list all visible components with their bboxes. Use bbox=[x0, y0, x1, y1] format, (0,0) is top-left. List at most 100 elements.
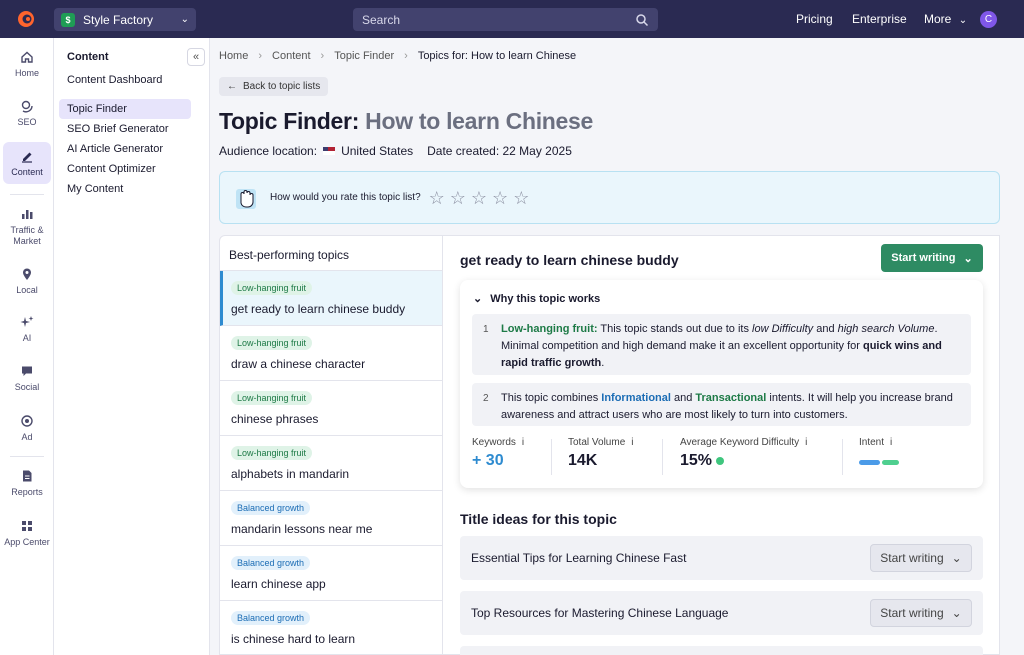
star-icon[interactable]: ☆ bbox=[429, 189, 445, 207]
home-icon bbox=[21, 51, 33, 63]
title-ideas-header: Title ideas for this topic bbox=[460, 511, 617, 527]
rail-label: Reports bbox=[11, 487, 43, 497]
star-icon[interactable]: ☆ bbox=[471, 189, 487, 207]
chevron-right-icon: › bbox=[404, 50, 408, 62]
grid-icon bbox=[22, 521, 32, 531]
subnav-item-seo-brief-generator[interactable]: SEO Brief Generator bbox=[59, 119, 191, 139]
title-idea-text: Essential Tips for Learning Chinese Fast bbox=[471, 551, 687, 565]
chevron-down-icon: ⌄ bbox=[958, 15, 968, 26]
metric-keyword-difficulty: Average Keyword Difficulty i 15% bbox=[680, 437, 807, 477]
rail-item-ai[interactable]: AI bbox=[3, 315, 51, 345]
list-item[interactable]: Low-hanging fruit alphabets in mandarin bbox=[220, 436, 442, 491]
intent-segment-transactional bbox=[882, 460, 899, 465]
start-writing-button[interactable]: Start writing ⌄ bbox=[870, 599, 972, 627]
breadcrumb-content[interactable]: Content bbox=[272, 50, 311, 62]
reason-text: and bbox=[813, 323, 838, 335]
start-writing-button[interactable]: Start writing ⌄ bbox=[881, 244, 983, 272]
breadcrumb: Home › Content › Topic Finder › Topics f… bbox=[219, 50, 576, 62]
rating-question: How would you rate this topic list? bbox=[270, 192, 421, 203]
topic-tag: Low-hanging fruit bbox=[231, 281, 313, 295]
arrow-left-icon: ← bbox=[227, 81, 237, 92]
rail-item-traffic-market[interactable]: Traffic & Market bbox=[3, 207, 51, 247]
rail-label: Traffic & Market bbox=[10, 225, 44, 246]
info-icon[interactable]: i bbox=[522, 437, 524, 448]
rail-item-local[interactable]: Local bbox=[3, 267, 51, 297]
rail-item-app-center[interactable]: App Center bbox=[3, 519, 51, 559]
list-item[interactable]: Balanced growth mandarin lessons near me bbox=[220, 491, 442, 546]
more-menu[interactable]: More ⌄ bbox=[924, 12, 967, 26]
reason-lead: Low-hanging fruit: bbox=[501, 323, 598, 335]
us-flag-icon bbox=[323, 147, 336, 155]
reason-number: 2 bbox=[483, 393, 489, 404]
info-icon[interactable]: i bbox=[631, 437, 633, 448]
subnav-item-my-content[interactable]: My Content bbox=[59, 179, 191, 199]
back-to-topic-lists-button[interactable]: ← Back to topic lists bbox=[219, 77, 329, 96]
list-item[interactable]: Low-hanging fruit draw a chinese charact… bbox=[220, 326, 442, 381]
rail-label: Content bbox=[11, 167, 43, 177]
list-item[interactable]: Low-hanging fruit get ready to learn chi… bbox=[220, 271, 442, 326]
metric-total-volume: Total Volume i 14K bbox=[568, 437, 634, 477]
project-selector[interactable]: $ Style Factory ⌄ bbox=[54, 8, 196, 31]
breadcrumb-topic-finder[interactable]: Topic Finder bbox=[334, 50, 394, 62]
start-writing-button[interactable]: Start writing ⌄ bbox=[870, 544, 972, 572]
metric-label: Keywords bbox=[472, 437, 516, 448]
metric-intent: Intent i bbox=[859, 437, 899, 477]
pen-icon bbox=[22, 152, 32, 163]
topic-name: draw a chinese character bbox=[231, 357, 366, 371]
rail-item-content[interactable]: Content bbox=[3, 142, 51, 184]
subnav-item-ai-article-generator[interactable]: AI Article Generator bbox=[59, 139, 191, 159]
dollar-icon: $ bbox=[61, 12, 75, 27]
document-icon bbox=[23, 470, 32, 482]
star-icon[interactable]: ☆ bbox=[513, 189, 529, 207]
intent-segment-informational bbox=[859, 460, 880, 465]
start-writing-label: Start writing bbox=[880, 551, 944, 565]
topic-name: get ready to learn chinese buddy bbox=[231, 302, 406, 316]
info-icon[interactable]: i bbox=[805, 437, 807, 448]
divider bbox=[551, 439, 552, 475]
content-subnav: Content « Content Dashboard Topic Finder… bbox=[54, 38, 210, 655]
bar-chart-icon bbox=[22, 210, 33, 219]
breadcrumb-home[interactable]: Home bbox=[219, 50, 248, 62]
topic-name: is chinese hard to learn bbox=[231, 632, 356, 646]
reason-text: and bbox=[670, 392, 696, 404]
list-item[interactable]: Low-hanging fruit chinese phrases bbox=[220, 381, 442, 436]
chevron-down-icon: ⌄ bbox=[951, 551, 962, 565]
start-writing-label: Start writing bbox=[891, 252, 956, 264]
list-item[interactable]: Balanced growth is chinese hard to learn bbox=[220, 601, 442, 654]
reason-text: . bbox=[601, 357, 605, 369]
star-icon[interactable]: ☆ bbox=[450, 189, 466, 207]
search-placeholder: Search bbox=[362, 12, 401, 27]
rail-label: Local bbox=[16, 285, 38, 295]
topic-tag: Low-hanging fruit bbox=[231, 391, 313, 405]
collapse-sidebar-button[interactable]: « bbox=[187, 48, 205, 66]
metric-label: Average Keyword Difficulty bbox=[680, 437, 800, 448]
semrush-logo-icon[interactable] bbox=[14, 9, 38, 29]
title-idea-row: Essential Tips for Learning Chinese Fast… bbox=[460, 536, 983, 580]
info-icon[interactable]: i bbox=[890, 437, 892, 448]
avatar[interactable]: C bbox=[980, 11, 997, 28]
search-input[interactable]: Search bbox=[353, 8, 658, 31]
star-icon[interactable]: ☆ bbox=[492, 189, 508, 207]
pricing-link[interactable]: Pricing bbox=[796, 12, 833, 26]
rail-item-reports[interactable]: Reports bbox=[3, 469, 51, 499]
metric-keywords: Keywords i + 30 bbox=[472, 437, 524, 477]
topic-name: chinese phrases bbox=[231, 412, 319, 426]
rail-item-seo[interactable]: SEO bbox=[3, 99, 51, 135]
subnav-item-topic-finder[interactable]: Topic Finder bbox=[59, 99, 191, 119]
why-this-topic-works-card: ⌄ Why this topic works 1 Low-hanging fru… bbox=[460, 280, 983, 488]
seo-icon bbox=[21, 100, 33, 113]
topic-name: learn chinese app bbox=[231, 577, 326, 591]
metric-value[interactable]: + 30 bbox=[472, 452, 524, 470]
project-name: Style Factory bbox=[83, 12, 154, 27]
subnav-item-content-optimizer[interactable]: Content Optimizer bbox=[59, 159, 191, 179]
enterprise-link[interactable]: Enterprise bbox=[852, 12, 907, 26]
list-item[interactable]: Balanced growth learn chinese app bbox=[220, 546, 442, 601]
reason-item: 1 Low-hanging fruit: This topic stands o… bbox=[472, 314, 971, 375]
search-icon bbox=[636, 13, 649, 26]
rail-item-home[interactable]: Home bbox=[3, 50, 51, 86]
subnav-item-content-dashboard[interactable]: Content Dashboard bbox=[59, 70, 191, 90]
rail-item-social[interactable]: Social bbox=[3, 364, 51, 394]
list-header: Best-performing topics bbox=[220, 236, 442, 271]
why-this-topic-works-toggle[interactable]: ⌄ Why this topic works bbox=[473, 292, 600, 306]
rail-item-ad[interactable]: Ad bbox=[3, 414, 51, 444]
